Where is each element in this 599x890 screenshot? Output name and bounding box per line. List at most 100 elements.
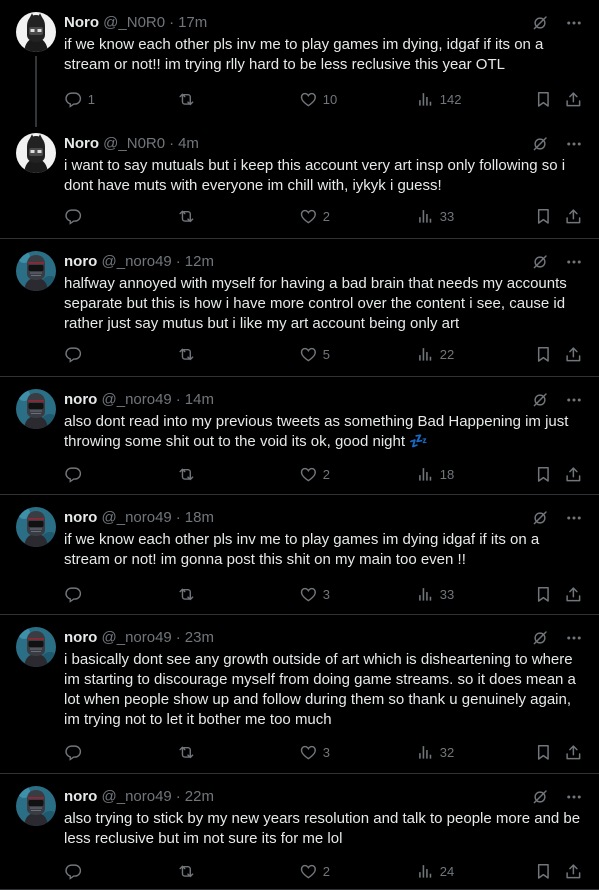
more-options-icon[interactable] <box>565 509 583 527</box>
timestamp[interactable]: 22m <box>185 788 214 805</box>
user-handle[interactable]: @_noro49 <box>102 788 172 805</box>
display-name[interactable]: Noro <box>64 135 99 152</box>
grok-icon[interactable] <box>531 14 549 32</box>
timestamp[interactable]: 12m <box>185 253 214 270</box>
like-button[interactable]: 3 <box>299 743 330 762</box>
avatar[interactable] <box>16 12 56 52</box>
reply-button[interactable] <box>64 207 88 226</box>
grok-icon[interactable] <box>531 135 549 153</box>
tweet[interactable]: Noro @_N0R0 · 4m i want to say mutuals but … <box>0 121 599 239</box>
grok-icon[interactable] <box>531 509 549 527</box>
bookmark-button[interactable] <box>534 207 553 226</box>
share-button[interactable] <box>564 207 583 226</box>
reply-button[interactable] <box>64 585 88 604</box>
like-count: 5 <box>322 346 330 362</box>
user-handle[interactable]: @_noro49 <box>102 391 172 408</box>
display-name[interactable]: noro <box>64 788 97 805</box>
share-button[interactable] <box>564 345 583 364</box>
like-button[interactable]: 3 <box>299 585 330 604</box>
avatar[interactable] <box>16 251 56 291</box>
timestamp[interactable]: 4m <box>178 135 199 152</box>
share-button[interactable] <box>564 862 583 881</box>
display-name[interactable]: noro <box>64 629 97 646</box>
tweet-text: also dont read into my previous tweets a… <box>64 413 573 450</box>
views-button[interactable]: 33 <box>416 585 454 604</box>
tweet[interactable]: noro @_noro49 · 12m halfway annoyed with my… <box>0 239 599 377</box>
tweet[interactable]: noro @_noro49 · 18m if we know each other p… <box>0 495 599 615</box>
user-handle[interactable]: @_noro49 <box>102 509 172 526</box>
reply-button[interactable] <box>64 743 88 762</box>
timestamp[interactable]: 18m <box>185 509 214 526</box>
tweet[interactable]: noro @_noro49 · 23m i basically dont see an… <box>0 615 599 774</box>
like-button[interactable]: 2 <box>299 465 330 484</box>
more-options-icon[interactable] <box>565 14 583 32</box>
grok-icon[interactable] <box>531 629 549 647</box>
grok-icon[interactable] <box>531 391 549 409</box>
more-options-icon[interactable] <box>565 253 583 271</box>
tweet-text: if we know each other pls inv me to play… <box>64 531 544 568</box>
tweet-header: noro @_noro49 · 12m <box>64 252 583 272</box>
user-handle[interactable]: @_noro49 <box>102 253 172 270</box>
tweet[interactable]: Noro @_N0R0 · 17m if we know each other pls… <box>0 0 599 127</box>
bookmark-button[interactable] <box>534 345 553 364</box>
retweet-button[interactable] <box>177 585 201 604</box>
reply-button[interactable] <box>64 862 88 881</box>
display-name[interactable]: noro <box>64 391 97 408</box>
share-button[interactable] <box>564 90 583 109</box>
views-button[interactable]: 22 <box>416 345 454 364</box>
bookmark-button[interactable] <box>534 585 553 604</box>
avatar[interactable] <box>16 133 56 173</box>
user-handle[interactable]: @_N0R0 <box>103 135 165 152</box>
reply-button[interactable]: 1 <box>64 90 95 109</box>
views-button[interactable]: 33 <box>416 207 454 226</box>
retweet-button[interactable] <box>177 862 201 881</box>
retweet-button[interactable] <box>177 90 201 109</box>
bookmark-button[interactable] <box>534 90 553 109</box>
display-name[interactable]: noro <box>64 253 97 270</box>
user-handle[interactable]: @_noro49 <box>102 629 172 646</box>
tweet[interactable]: noro @_noro49 · 22m also trying to stick by… <box>0 774 599 890</box>
bookmark-button[interactable] <box>534 465 553 484</box>
timestamp[interactable]: 23m <box>185 629 214 646</box>
avatar[interactable] <box>16 389 56 429</box>
more-options-icon[interactable] <box>565 629 583 647</box>
share-button[interactable] <box>564 465 583 484</box>
timestamp[interactable]: 17m <box>178 14 207 31</box>
share-button[interactable] <box>564 743 583 762</box>
like-button[interactable]: 2 <box>299 207 330 226</box>
user-handle[interactable]: @_N0R0 <box>103 14 165 31</box>
avatar[interactable] <box>16 507 56 547</box>
share-button[interactable] <box>564 585 583 604</box>
more-options-icon[interactable] <box>565 391 583 409</box>
views-button[interactable]: 32 <box>416 743 454 762</box>
reply-button[interactable] <box>64 345 88 364</box>
tweet[interactable]: noro @_noro49 · 14m also dont read into my … <box>0 377 599 495</box>
retweet-button[interactable] <box>177 465 201 484</box>
avatar[interactable] <box>16 627 56 667</box>
more-options-icon[interactable] <box>565 788 583 806</box>
views-chart-icon <box>416 743 435 762</box>
display-name[interactable]: noro <box>64 509 97 526</box>
thread-connector-line <box>35 56 37 127</box>
views-button[interactable]: 24 <box>416 862 454 881</box>
grok-icon[interactable] <box>531 253 549 271</box>
bookmark-button[interactable] <box>534 743 553 762</box>
views-button[interactable]: 142 <box>416 90 461 109</box>
like-button[interactable]: 2 <box>299 862 330 881</box>
more-options-icon[interactable] <box>565 135 583 153</box>
like-count: 3 <box>322 586 330 602</box>
retweet-button[interactable] <box>177 743 201 762</box>
retweet-button[interactable] <box>177 345 201 364</box>
reply-button[interactable] <box>64 465 88 484</box>
display-name[interactable]: Noro <box>64 14 99 31</box>
views-button[interactable]: 18 <box>416 465 454 484</box>
like-button[interactable]: 5 <box>299 345 330 364</box>
bookmark-button[interactable] <box>534 862 553 881</box>
like-button[interactable]: 10 <box>299 90 337 109</box>
timestamp[interactable]: 14m <box>185 391 214 408</box>
tweet-text: also trying to stick by my new years res… <box>64 810 585 847</box>
grok-icon[interactable] <box>531 788 549 806</box>
bookmark-icon <box>534 743 553 762</box>
retweet-button[interactable] <box>177 207 201 226</box>
avatar[interactable] <box>16 786 56 826</box>
